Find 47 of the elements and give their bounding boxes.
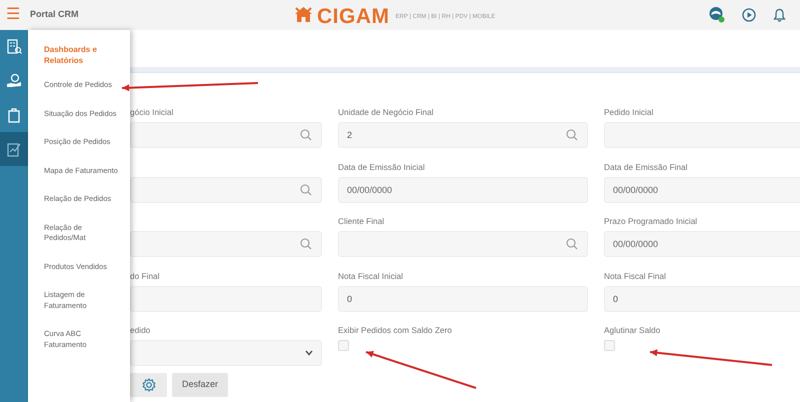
bell-icon[interactable] — [773, 8, 786, 22]
field-label: Exibir Pedidos com Saldo Zero — [338, 324, 453, 336]
search-icon — [300, 184, 312, 196]
bag-icon[interactable] — [6, 107, 22, 123]
checkbox[interactable] — [604, 340, 615, 351]
field-label: Unidade de Negócio Final — [338, 106, 434, 118]
field-label: Pedido Inicial — [604, 106, 654, 118]
select-field[interactable] — [130, 340, 322, 366]
search-field[interactable] — [130, 122, 322, 148]
field-label: edido — [130, 324, 152, 336]
field-label: Data de Emissão Inicial — [338, 160, 426, 172]
menu-heading: Dashboards e Relatórios — [44, 44, 98, 66]
search-icon — [300, 129, 312, 141]
report-icon[interactable] — [6, 141, 22, 157]
field-label: do Final — [130, 270, 161, 282]
input-field[interactable]: 00/00/0000 — [338, 176, 588, 202]
building-icon[interactable] — [6, 39, 22, 55]
search-icon — [566, 238, 578, 250]
field-label: Prazo Programado Inicial — [604, 215, 698, 227]
play-icon[interactable] — [742, 8, 756, 22]
caret-icon — [305, 350, 313, 356]
input-field[interactable]: 0 — [338, 286, 588, 312]
search-field[interactable]: 2 — [338, 122, 588, 148]
undo-button[interactable]: Desfazer — [172, 372, 228, 396]
hand-coin-icon[interactable] — [6, 73, 22, 89]
logo-icon — [294, 6, 313, 23]
input-field[interactable]: 00/00/0000 — [604, 231, 800, 257]
logo-text: CIGAM — [317, 6, 390, 27]
search-icon — [300, 238, 312, 250]
field-label: gócio Inicial — [130, 106, 174, 118]
app-title: Portal CRM — [30, 8, 79, 22]
settings-button[interactable] — [130, 372, 167, 396]
input-field[interactable] — [130, 286, 322, 312]
input-field[interactable]: 00/00/0000 — [604, 176, 800, 202]
checkbox[interactable] — [338, 340, 349, 351]
settings-icon — [142, 378, 156, 392]
field-label: Nota Fiscal Final — [604, 270, 667, 282]
search-field[interactable] — [338, 231, 588, 257]
search-field[interactable] — [130, 176, 322, 202]
search-field[interactable] — [130, 231, 322, 257]
field-label: Cliente Final — [338, 215, 386, 227]
field-label: Aglutinar Saldo — [604, 324, 662, 336]
input-field[interactable]: 0 — [604, 286, 800, 312]
search-icon — [566, 129, 578, 141]
field-label: Data de Emissão Final — [604, 160, 688, 172]
field-label: Nota Fiscal Inicial — [338, 270, 404, 282]
user-avatar-icon[interactable] — [709, 6, 725, 23]
